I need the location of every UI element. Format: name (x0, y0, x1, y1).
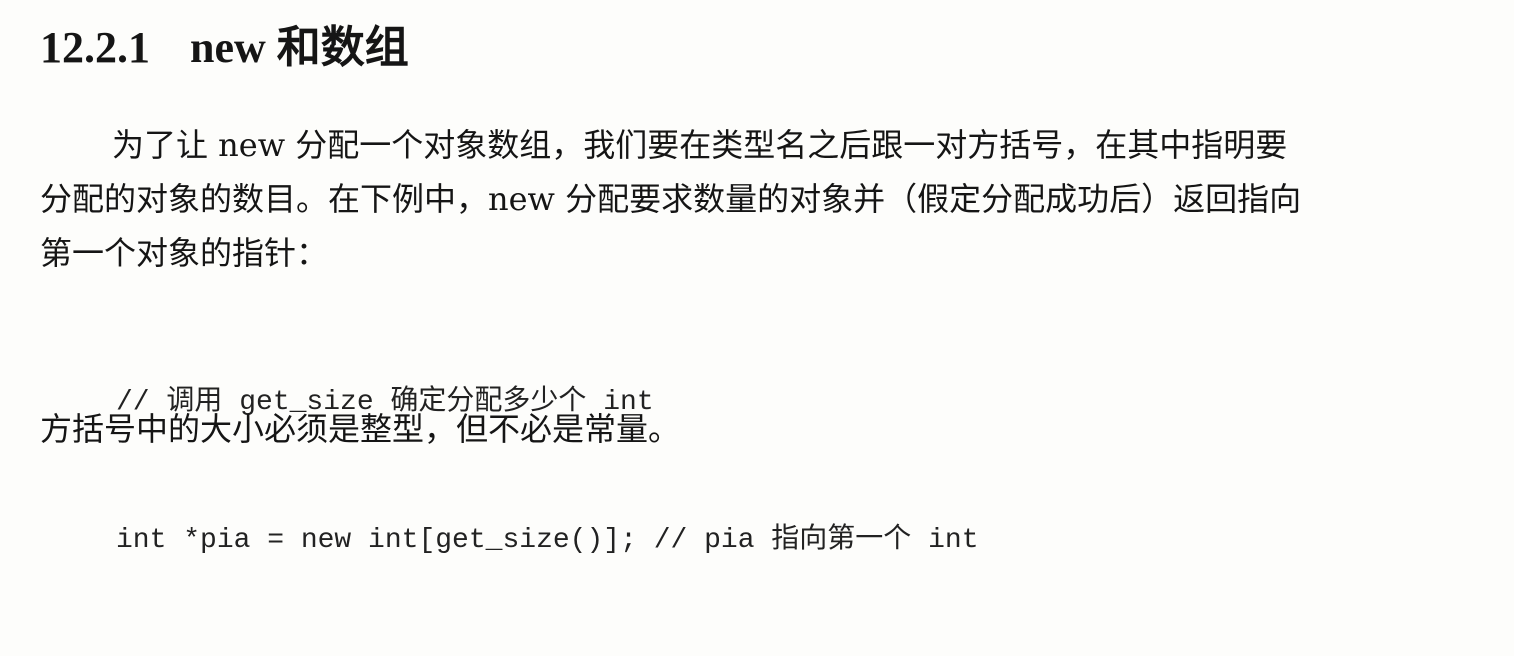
closing-sentence: 方括号中的大小必须是整型，但不必是常量。 (40, 410, 681, 448)
section-heading: 12.2.1 new 和数组 (40, 18, 409, 78)
paragraph-line-3: 第一个对象的指针： (40, 234, 329, 272)
section-number: 12.2.1 (40, 23, 150, 72)
paragraph-line-2: 分配的对象的数目。在下例中，new 分配要求数量的对象并（假定分配成功后）返回指… (40, 180, 1302, 218)
section-title: new 和数组 (190, 23, 409, 72)
body-paragraph: 为了让 new 分配一个对象数组，我们要在类型名之后跟一对方括号，在其中指明要 … (40, 118, 1480, 280)
paragraph-line-1: 为了让 new 分配一个对象数组，我们要在类型名之后跟一对方括号，在其中指明要 (112, 126, 1288, 164)
code-statement-line: int *pia = new int[get_size()]; // pia 指… (116, 525, 979, 556)
document-page: 12.2.1 new 和数组 为了让 new 分配一个对象数组，我们要在类型名之后… (0, 0, 1514, 556)
code-block: // 调用 get_size 确定分配多少个 int int *pia = ne… (116, 288, 979, 656)
